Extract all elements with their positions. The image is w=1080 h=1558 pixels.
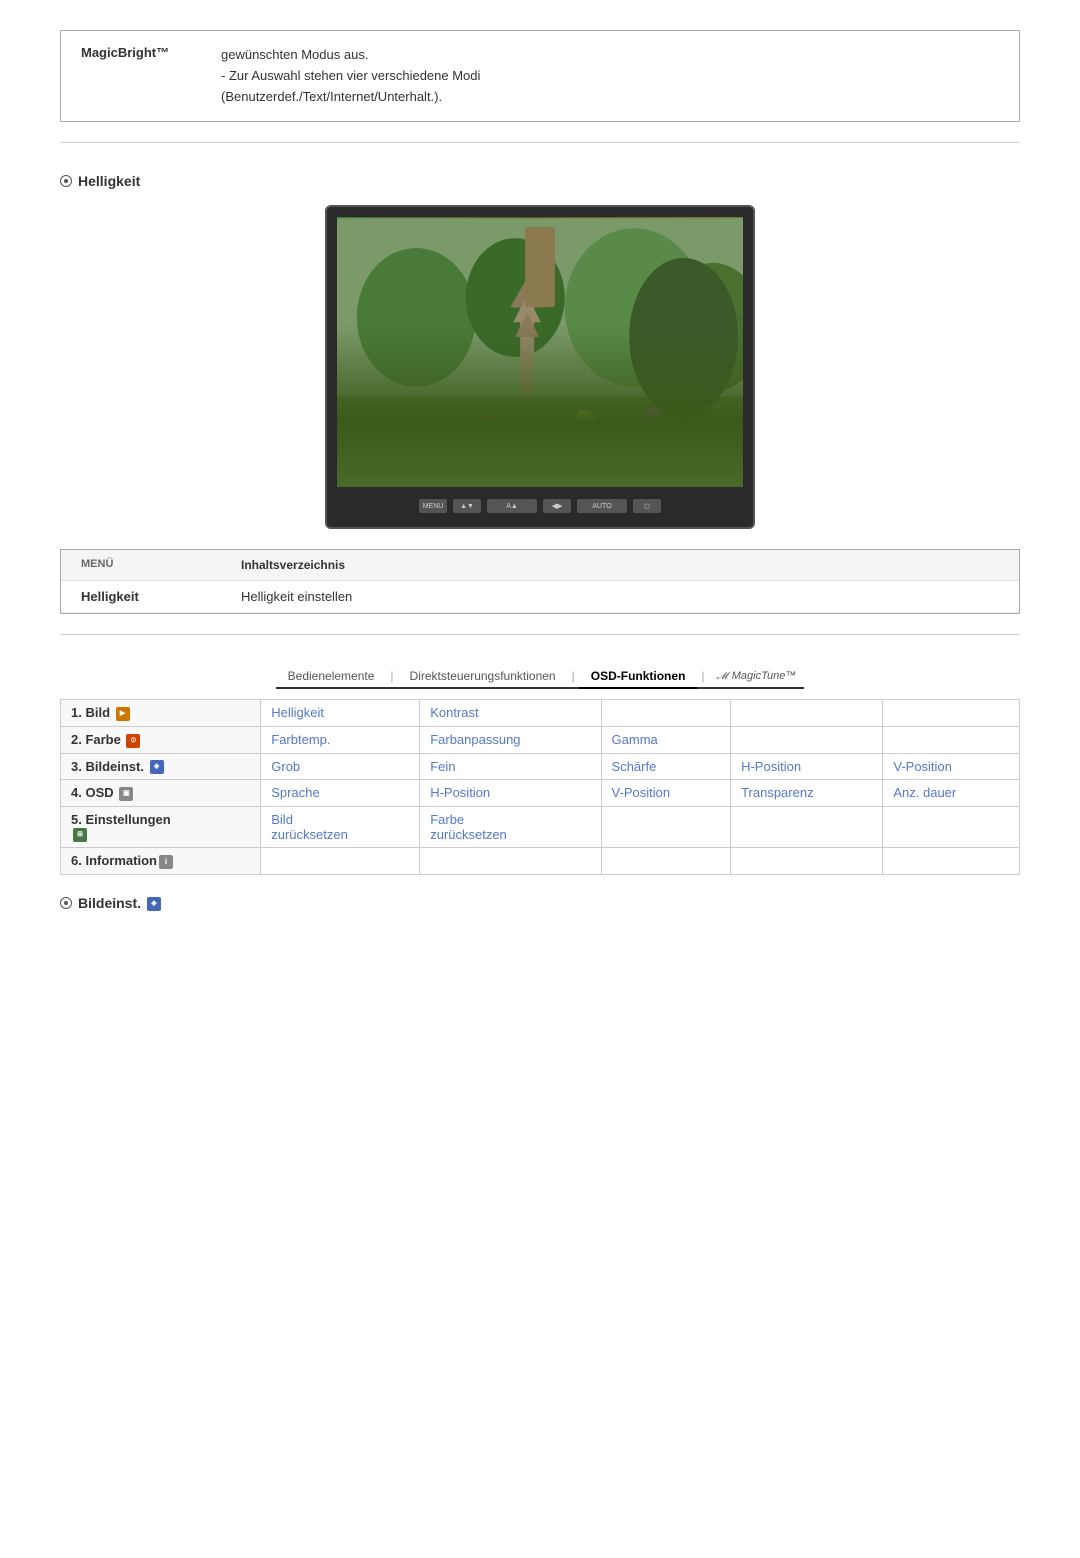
- menu-box: MENÜ Inhaltsverzeichnis Helligkeit Helli…: [60, 549, 1020, 614]
- monitor-screen: [337, 217, 743, 487]
- cell-empty-13: [883, 848, 1020, 875]
- cell-helligkeit[interactable]: Helligkeit: [261, 700, 420, 727]
- magic-bright-label: MagicBright™: [81, 45, 201, 107]
- nav-tabs-wrapper: Bedienelemente | Direktsteuerungsfunktio…: [60, 665, 1020, 689]
- cell-gamma[interactable]: Gamma: [601, 726, 731, 753]
- magic-tune-label: MagicTune™: [732, 670, 797, 682]
- helligkeit-section: Helligkeit: [60, 173, 1020, 529]
- menu-box-header: MENÜ Inhaltsverzeichnis: [61, 550, 1019, 581]
- top-box: MagicBright™ gewünschten Modus aus. - Zu…: [60, 30, 1020, 122]
- menu-row-col1: Helligkeit: [81, 589, 241, 604]
- cell-bild-zurueck[interactable]: Bildzurücksetzen: [261, 806, 420, 848]
- cell-empty-6: [601, 806, 731, 848]
- menu-box-row: Helligkeit Helligkeit einstellen: [61, 581, 1019, 613]
- circle-icon: [60, 175, 72, 187]
- menu-item-bild: 1. Bild ▶: [61, 700, 261, 727]
- bildeinst-label: Bildeinst. ◈: [78, 895, 161, 911]
- menu-row-col2: Helligkeit einstellen: [241, 589, 352, 604]
- table-row: 6. Informationi: [61, 848, 1020, 875]
- cell-empty-2: [731, 700, 883, 727]
- garden-scene: [337, 217, 743, 487]
- cell-farbanpassung[interactable]: Farbanpassung: [420, 726, 601, 753]
- monitor-wrapper: MENU ▲▼ A▲ ◀▶ AUTO ◻: [60, 205, 1020, 529]
- nav-tabs: Bedienelemente | Direktsteuerungsfunktio…: [276, 665, 805, 689]
- nav-sep-3: |: [697, 669, 708, 683]
- tab-magictune[interactable]: 𝓜 MagicTune™: [709, 666, 805, 686]
- einst-icon: ⊞: [73, 828, 87, 842]
- menu-col2-header: Inhaltsverzeichnis: [241, 558, 345, 572]
- helligkeit-title: Helligkeit: [60, 173, 1020, 189]
- cell-empty-9: [261, 848, 420, 875]
- menu-item-bildeinst: 3. Bildeinst. ◈: [61, 753, 261, 780]
- nav-sep-2: |: [568, 669, 579, 683]
- menu-item-farbe: 2. Farbe ⊙: [61, 726, 261, 753]
- magic-tune-logo-icon: 𝓜: [717, 671, 728, 682]
- cell-vposition-4[interactable]: V-Position: [601, 780, 731, 807]
- cell-hposition-4[interactable]: H-Position: [420, 780, 601, 807]
- cell-empty-4: [731, 726, 883, 753]
- table-row: 1. Bild ▶ Helligkeit Kontrast: [61, 700, 1020, 727]
- cell-transparenz[interactable]: Transparenz: [731, 780, 883, 807]
- monitor-base: MENU ▲▼ A▲ ◀▶ AUTO ◻: [337, 495, 743, 517]
- cell-vposition-3[interactable]: V-Position: [883, 753, 1020, 780]
- monitor-btn-power[interactable]: ◻: [633, 499, 661, 513]
- menu-item-osd: 4. OSD ▣: [61, 780, 261, 807]
- cell-empty-7: [731, 806, 883, 848]
- table-row: 5. Einstellungen⊞ Bildzurücksetzen Farbe…: [61, 806, 1020, 848]
- monitor-btn-arrows[interactable]: ▲▼: [453, 499, 481, 513]
- cell-anz-dauer[interactable]: Anz. dauer: [883, 780, 1020, 807]
- divider-2: [60, 634, 1020, 635]
- cell-empty-8: [883, 806, 1020, 848]
- menu-item-information: 6. Informationi: [61, 848, 261, 875]
- table-row: 2. Farbe ⊙ Farbtemp. Farbanpassung Gamma: [61, 726, 1020, 753]
- monitor-btn-lr[interactable]: ◀▶: [543, 499, 571, 513]
- top-box-content: gewünschten Modus aus. - Zur Auswahl ste…: [221, 45, 480, 107]
- cell-hposition-3[interactable]: H-Position: [731, 753, 883, 780]
- monitor-btn-a[interactable]: A▲: [487, 499, 537, 513]
- farbe-icon: ⊙: [126, 734, 140, 748]
- bildeinst-section: Bildeinst. ◈: [60, 895, 1020, 911]
- osd-icon: ▣: [119, 787, 133, 801]
- nav-sep-1: |: [386, 669, 397, 683]
- helligkeit-label: Helligkeit: [78, 173, 140, 189]
- cell-kontrast[interactable]: Kontrast: [420, 700, 601, 727]
- cell-empty-3: [883, 700, 1020, 727]
- cell-grob[interactable]: Grob: [261, 753, 420, 780]
- table-row: 3. Bildeinst. ◈ Grob Fein Schärfe H-Posi…: [61, 753, 1020, 780]
- table-row: 4. OSD ▣ Sprache H-Position V-Position T…: [61, 780, 1020, 807]
- divider-1: [60, 142, 1020, 143]
- bildeinst-icon: ◈: [150, 760, 164, 774]
- top-box-line3: (Benutzerdef./Text/Internet/Unterhalt.).: [221, 89, 442, 104]
- cell-empty-11: [601, 848, 731, 875]
- cell-empty-5: [883, 726, 1020, 753]
- tab-direktsteuerung[interactable]: Direktsteuerungsfunktionen: [398, 665, 568, 687]
- info-icon: i: [159, 855, 173, 869]
- osd-table: 1. Bild ▶ Helligkeit Kontrast 2. Farbe ⊙…: [60, 699, 1020, 874]
- bildeinst-badge: ◈: [147, 897, 161, 911]
- bildeinst-title: Bildeinst. ◈: [60, 895, 1020, 911]
- cell-fein[interactable]: Fein: [420, 753, 601, 780]
- cell-farbe-zurueck[interactable]: Farbezurücksetzen: [420, 806, 601, 848]
- top-box-line1: gewünschten Modus aus.: [221, 47, 368, 62]
- menu-col1-header: MENÜ: [81, 558, 241, 572]
- cell-empty-10: [420, 848, 601, 875]
- bild-icon: ▶: [116, 707, 130, 721]
- menu-item-einstellungen: 5. Einstellungen⊞: [61, 806, 261, 848]
- cell-schaerfe[interactable]: Schärfe: [601, 753, 731, 780]
- cell-sprache[interactable]: Sprache: [261, 780, 420, 807]
- tab-osd-funktionen[interactable]: OSD-Funktionen: [579, 665, 698, 689]
- top-box-line2: - Zur Auswahl stehen vier verschiedene M…: [221, 68, 480, 83]
- tab-bedienelemente[interactable]: Bedienelemente: [276, 665, 387, 687]
- cell-farbtemp[interactable]: Farbtemp.: [261, 726, 420, 753]
- monitor-btn-auto[interactable]: AUTO: [577, 499, 627, 513]
- bildeinst-circle-icon: [60, 897, 72, 909]
- monitor: MENU ▲▼ A▲ ◀▶ AUTO ◻: [325, 205, 755, 529]
- monitor-btn-menu[interactable]: MENU: [419, 499, 447, 513]
- cell-empty-1: [601, 700, 731, 727]
- cell-empty-12: [731, 848, 883, 875]
